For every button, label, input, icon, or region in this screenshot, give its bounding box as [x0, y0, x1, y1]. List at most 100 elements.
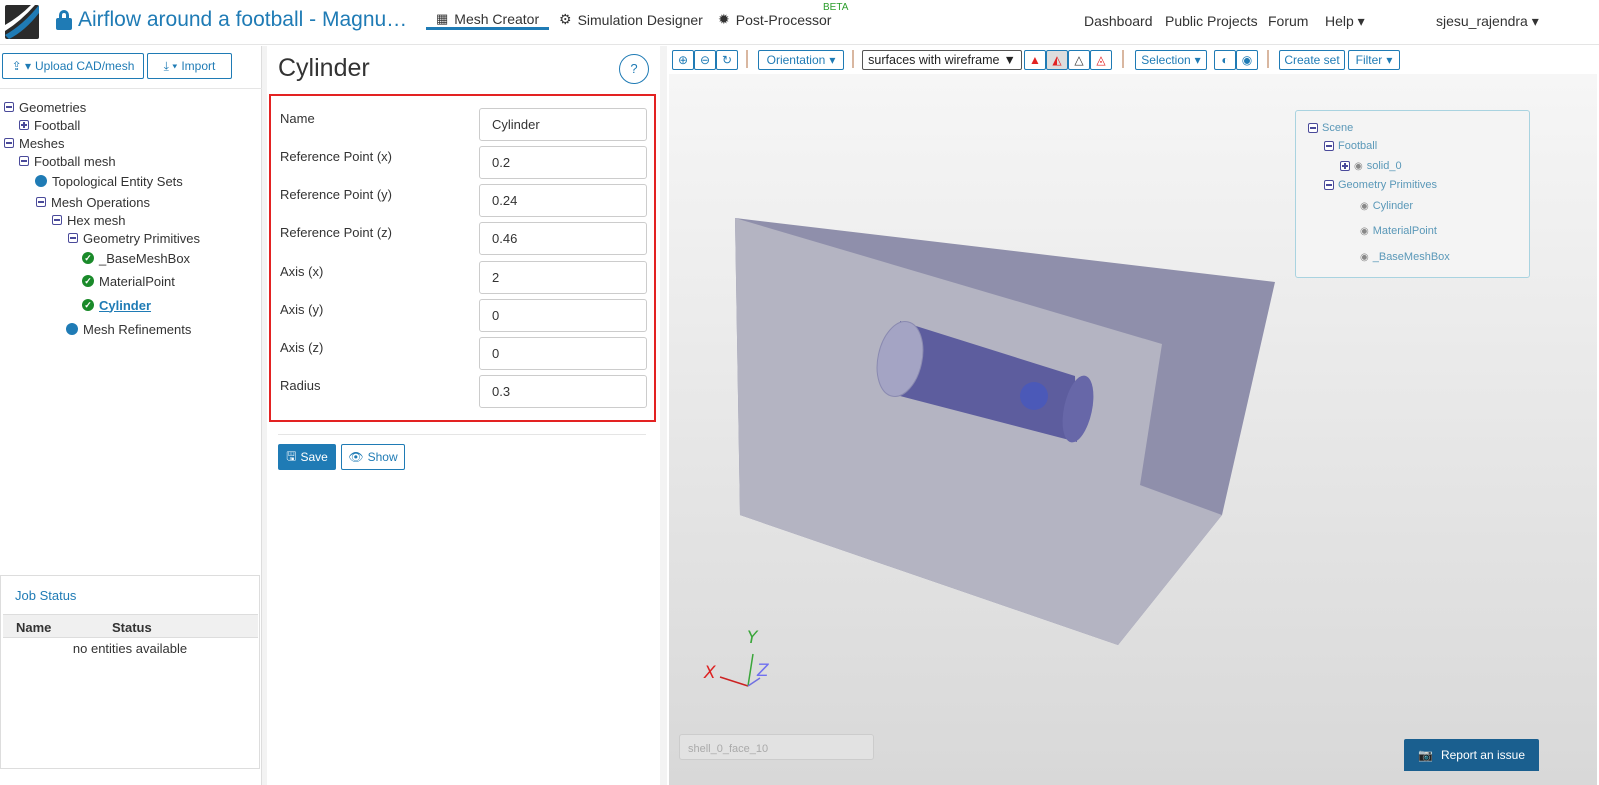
tab-mesh-creator[interactable]: ▦ Mesh Creator	[426, 11, 550, 30]
create-set-button[interactable]: Create set	[1279, 50, 1345, 70]
tree-item-mesh-refinements[interactable]: Mesh Refinements	[66, 320, 191, 338]
beta-badge: BETA	[823, 2, 849, 13]
save-button[interactable]: 🖫 Save	[278, 444, 336, 470]
material-point-sphere	[1020, 382, 1048, 410]
tab-post-processor[interactable]: ✹ Post-Processor	[718, 11, 831, 28]
nav-help[interactable]: Help ▾	[1325, 13, 1365, 30]
filter-dropdown[interactable]: Filter ▾	[1348, 50, 1400, 70]
ref-point-y-input[interactable]: 0.24	[479, 184, 647, 217]
nav-public-projects[interactable]: Public Projects	[1165, 13, 1258, 29]
eye-icon[interactable]: ◉	[1354, 161, 1363, 172]
y-axis-label: Y	[747, 628, 759, 648]
ref-point-z-input[interactable]: 0.46	[479, 222, 647, 255]
scene-tree-panel: Scene Football ◉ solid_0 Geometry Primiti…	[1295, 110, 1530, 278]
tree-item-topological-entity-sets[interactable]: Topological Entity Sets	[35, 172, 183, 190]
hide-button[interactable]: ◐	[1214, 50, 1236, 70]
tree-item-meshes[interactable]: Meshes	[4, 134, 65, 152]
column-name: Name	[16, 620, 52, 635]
eye-icon[interactable]: ◉	[1360, 226, 1369, 237]
ref-point-x-input[interactable]: 0.2	[479, 146, 647, 179]
tree-item-materialpoint[interactable]: ✓ MaterialPoint	[82, 272, 175, 290]
tree-item-mesh-operations[interactable]: Mesh Operations	[36, 193, 150, 211]
points-mode-button[interactable]: ◬	[1090, 50, 1112, 70]
splitter-right[interactable]	[660, 46, 667, 785]
zoom-in-button[interactable]: ⊕	[672, 50, 694, 70]
surface-wireframe-mode-button[interactable]: ◭	[1046, 50, 1068, 70]
scene-item-cylinder[interactable]: ◉ Cylinder	[1360, 200, 1413, 212]
save-icon: 🖫	[286, 448, 297, 463]
x-axis-label: X	[703, 663, 716, 683]
app-logo[interactable]	[5, 5, 39, 39]
expand-icon[interactable]	[1340, 161, 1350, 171]
radius-input[interactable]: 0.3	[479, 375, 647, 408]
orientation-dropdown[interactable]: Orientation ▾	[758, 50, 844, 70]
show-button[interactable]: 👁 Show	[341, 444, 405, 470]
import-button[interactable]: ⤓ ▾ Import	[147, 53, 232, 79]
nav-dashboard[interactable]: Dashboard	[1084, 13, 1153, 29]
axis-y-input[interactable]: 0	[479, 299, 647, 332]
tree-item-geometries[interactable]: Geometries	[4, 98, 86, 116]
surface-mode-button[interactable]: ▲	[1024, 50, 1046, 70]
column-status: Status	[112, 620, 152, 635]
report-issue-button[interactable]: 📷 Report an issue	[1404, 739, 1539, 771]
collapse-icon[interactable]	[36, 197, 46, 207]
upload-icon: ⇪ ▾	[11, 59, 32, 73]
nav-forum[interactable]: Forum	[1268, 13, 1308, 29]
upload-cad-button[interactable]: ⇪ ▾ Upload CAD/mesh	[2, 53, 144, 79]
scene-item-geometry-primitives[interactable]: Geometry Primitives	[1324, 179, 1437, 191]
wire-tetra-icon: △	[1074, 53, 1084, 67]
empty-message: no entities available	[72, 641, 188, 656]
tree-item-hex-mesh[interactable]: Hex mesh	[52, 211, 126, 229]
help-button[interactable]: ?	[619, 54, 649, 84]
properties-panel: Cylinder ? Name Cylinder Reference Point…	[267, 46, 660, 785]
collapse-icon[interactable]	[1308, 123, 1318, 133]
label-axis-z: Axis (z)	[280, 340, 324, 355]
scene-item-solid-0[interactable]: ◉ solid_0	[1340, 160, 1402, 172]
zoom-out-button[interactable]: ⊖	[694, 50, 716, 70]
collapse-icon[interactable]	[4, 102, 14, 112]
eye-icon: 👁	[348, 450, 364, 464]
tree-item-basemeshbox[interactable]: ✓ _BaseMeshBox	[82, 249, 190, 267]
scene-item-scene[interactable]: Scene	[1308, 122, 1353, 134]
wireframe-mode-button[interactable]: △	[1068, 50, 1090, 70]
render-mode-select[interactable]: surfaces with wireframe ▼	[862, 50, 1022, 70]
3d-canvas[interactable]: X Y Z Scene Football ◉ solid_0 Geometry P…	[669, 74, 1597, 785]
scene-item-basemeshbox[interactable]: ◉ _BaseMeshBox	[1360, 251, 1450, 263]
job-status-panel: Job Status Name Status no entities avail…	[0, 575, 260, 769]
axis-x-input[interactable]: 2	[479, 261, 647, 294]
reset-view-button[interactable]: ↻	[716, 50, 738, 70]
eye-icon[interactable]: ◉	[1360, 252, 1369, 263]
user-menu[interactable]: sjesu_rajendra ▾	[1436, 13, 1539, 30]
tree-item-football[interactable]: Football	[19, 116, 80, 134]
scene-item-materialpoint[interactable]: ◉ MaterialPoint	[1360, 225, 1437, 237]
name-input[interactable]: Cylinder	[479, 108, 647, 141]
y-axis-line	[747, 653, 754, 687]
tree-item-football-mesh[interactable]: Football mesh	[19, 152, 116, 170]
job-status-title: Job Status	[15, 588, 77, 603]
tree-item-cylinder[interactable]: ✓ Cylinder	[82, 296, 151, 314]
cog-icon: ✹	[718, 11, 730, 27]
3d-viewer: ⊕ ⊖ ↻ Orientation ▾ surfaces with wirefra…	[667, 46, 1599, 785]
show-all-button[interactable]: ◉	[1236, 50, 1258, 70]
gears-icon: ⚙	[559, 11, 572, 27]
check-circle-icon: ✓	[82, 299, 94, 311]
collapse-icon[interactable]	[1324, 141, 1334, 151]
collapse-icon[interactable]	[1324, 180, 1334, 190]
label-ref-x: Reference Point (x)	[280, 149, 392, 164]
job-table-header: Name Status	[3, 614, 258, 638]
zoom-in-icon: ⊕	[677, 53, 689, 67]
selection-dropdown[interactable]: Selection ▾	[1135, 50, 1207, 70]
cylinder-form: Name Cylinder Reference Point (x) 0.2 Re…	[269, 94, 656, 422]
tab-simulation-designer[interactable]: ⚙ Simulation Designer	[559, 11, 703, 28]
tree-item-geometry-primitives[interactable]: Geometry Primitives	[68, 229, 200, 247]
download-icon: ⤓ ▾	[163, 58, 178, 73]
points-tetra-icon: ◬	[1096, 53, 1106, 67]
collapse-icon[interactable]	[52, 215, 62, 225]
collapse-icon[interactable]	[19, 156, 29, 166]
scene-item-football[interactable]: Football	[1324, 140, 1377, 152]
axis-z-input[interactable]: 0	[479, 337, 647, 370]
expand-icon[interactable]	[19, 120, 29, 130]
collapse-icon[interactable]	[4, 138, 14, 148]
collapse-icon[interactable]	[68, 233, 78, 243]
eye-icon[interactable]: ◉	[1360, 201, 1369, 212]
